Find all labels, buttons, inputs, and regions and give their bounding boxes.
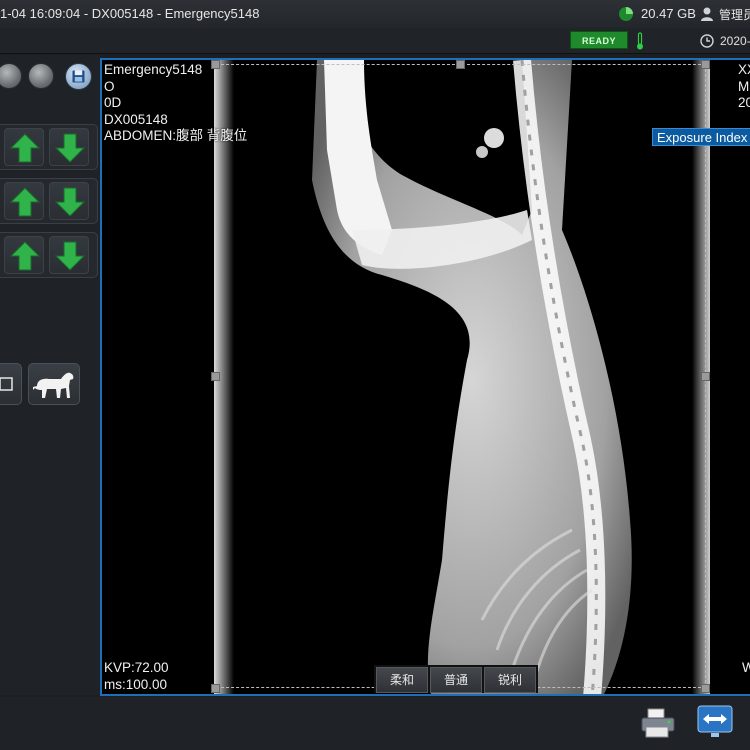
- right-info-overlay: XX M 202: [738, 62, 750, 112]
- adjust-row-2: [0, 178, 98, 224]
- round-button-1[interactable]: [0, 63, 22, 89]
- arrow-down-icon: [55, 187, 85, 217]
- filter-sharp-button[interactable]: 锐利: [484, 667, 536, 693]
- datetime-label: 2020-: [720, 34, 750, 48]
- pie-chart-icon: [619, 7, 633, 21]
- increase-button-3[interactable]: [4, 236, 44, 274]
- left-control-panel: [0, 55, 100, 695]
- window-title: 1-04 16:09:04 - DX005148 - Emergency5148: [0, 6, 260, 21]
- arrow-down-icon: [55, 133, 85, 163]
- patient-sex: O: [104, 78, 115, 94]
- status-bar: READY 2020-: [0, 28, 750, 54]
- disk-space-label: 20.47 GB: [641, 6, 696, 21]
- right-bottom-overlay: W: [742, 660, 750, 677]
- dog-species-button[interactable]: [28, 363, 80, 405]
- crop-handle-top-right[interactable]: [701, 60, 710, 69]
- crop-handle-top[interactable]: [456, 60, 465, 69]
- view-mode-button[interactable]: [0, 363, 22, 405]
- crop-handle-right[interactable]: [701, 372, 710, 381]
- crop-frame[interactable]: [216, 64, 706, 688]
- patient-age: 0D: [104, 95, 122, 110]
- thermometer-icon: [637, 32, 643, 50]
- decrease-button-1[interactable]: [49, 128, 89, 166]
- user-icon: [701, 7, 713, 21]
- ms-value: ms:100.00: [104, 676, 168, 692]
- save-button[interactable]: [65, 63, 92, 90]
- decrease-button-2[interactable]: [49, 182, 89, 220]
- dog-icon: [33, 372, 74, 398]
- crop-handle-bottom-right[interactable]: [701, 684, 710, 693]
- arrow-up-icon: [10, 187, 40, 217]
- filter-toolbar: 柔和 普通 锐利: [374, 665, 538, 693]
- bottom-toolbar: [0, 697, 750, 750]
- adjust-row-3: [0, 232, 98, 278]
- round-button-2[interactable]: [28, 63, 54, 89]
- arrow-up-icon: [10, 133, 40, 163]
- clock-icon: [700, 34, 714, 48]
- filter-soft-button[interactable]: 柔和: [376, 667, 428, 693]
- exposure-index-label: Exposure Index: [652, 128, 750, 146]
- ready-status-badge: READY: [570, 31, 628, 49]
- save-icon: [72, 70, 85, 83]
- exposure-params-overlay: KVP:72.00 ms:100.00: [104, 660, 169, 693]
- user-name[interactable]: 管理员: [719, 6, 750, 23]
- increase-button-2[interactable]: [4, 182, 44, 220]
- app-window: 1-04 16:09:04 - DX005148 - Emergency5148…: [0, 0, 750, 750]
- right-overlay-line-3: 202: [738, 95, 750, 110]
- patient-id: DX005148: [104, 111, 168, 127]
- swap-arrows-icon[interactable]: [697, 705, 733, 739]
- title-bar: 1-04 16:09:04 - DX005148 - Emergency5148…: [0, 0, 750, 28]
- right-overlay-line-1: XX: [738, 62, 750, 77]
- kvp-value: KVP:72.00: [104, 660, 169, 675]
- right-overlay-line-2: M: [738, 78, 750, 94]
- frame-icon: [0, 377, 13, 391]
- arrow-up-icon: [10, 241, 40, 271]
- printer-icon[interactable]: [640, 707, 676, 739]
- xray-viewer[interactable]: Emergency5148 O 0D DX005148 ABDOMEN:腹部 背…: [100, 58, 750, 696]
- increase-button-1[interactable]: [4, 128, 44, 166]
- adjust-row-1: [0, 124, 98, 170]
- decrease-button-3[interactable]: [49, 236, 89, 274]
- crop-handle-left[interactable]: [211, 372, 220, 381]
- patient-info-overlay: Emergency5148 O 0D DX005148 ABDOMEN:腹部 背…: [104, 62, 247, 145]
- filter-normal-button[interactable]: 普通: [430, 667, 482, 693]
- exam-description: ABDOMEN:腹部 背腹位: [104, 128, 248, 143]
- arrow-down-icon: [55, 241, 85, 271]
- crop-handle-bottom-left[interactable]: [211, 684, 220, 693]
- patient-name: Emergency5148: [104, 62, 203, 77]
